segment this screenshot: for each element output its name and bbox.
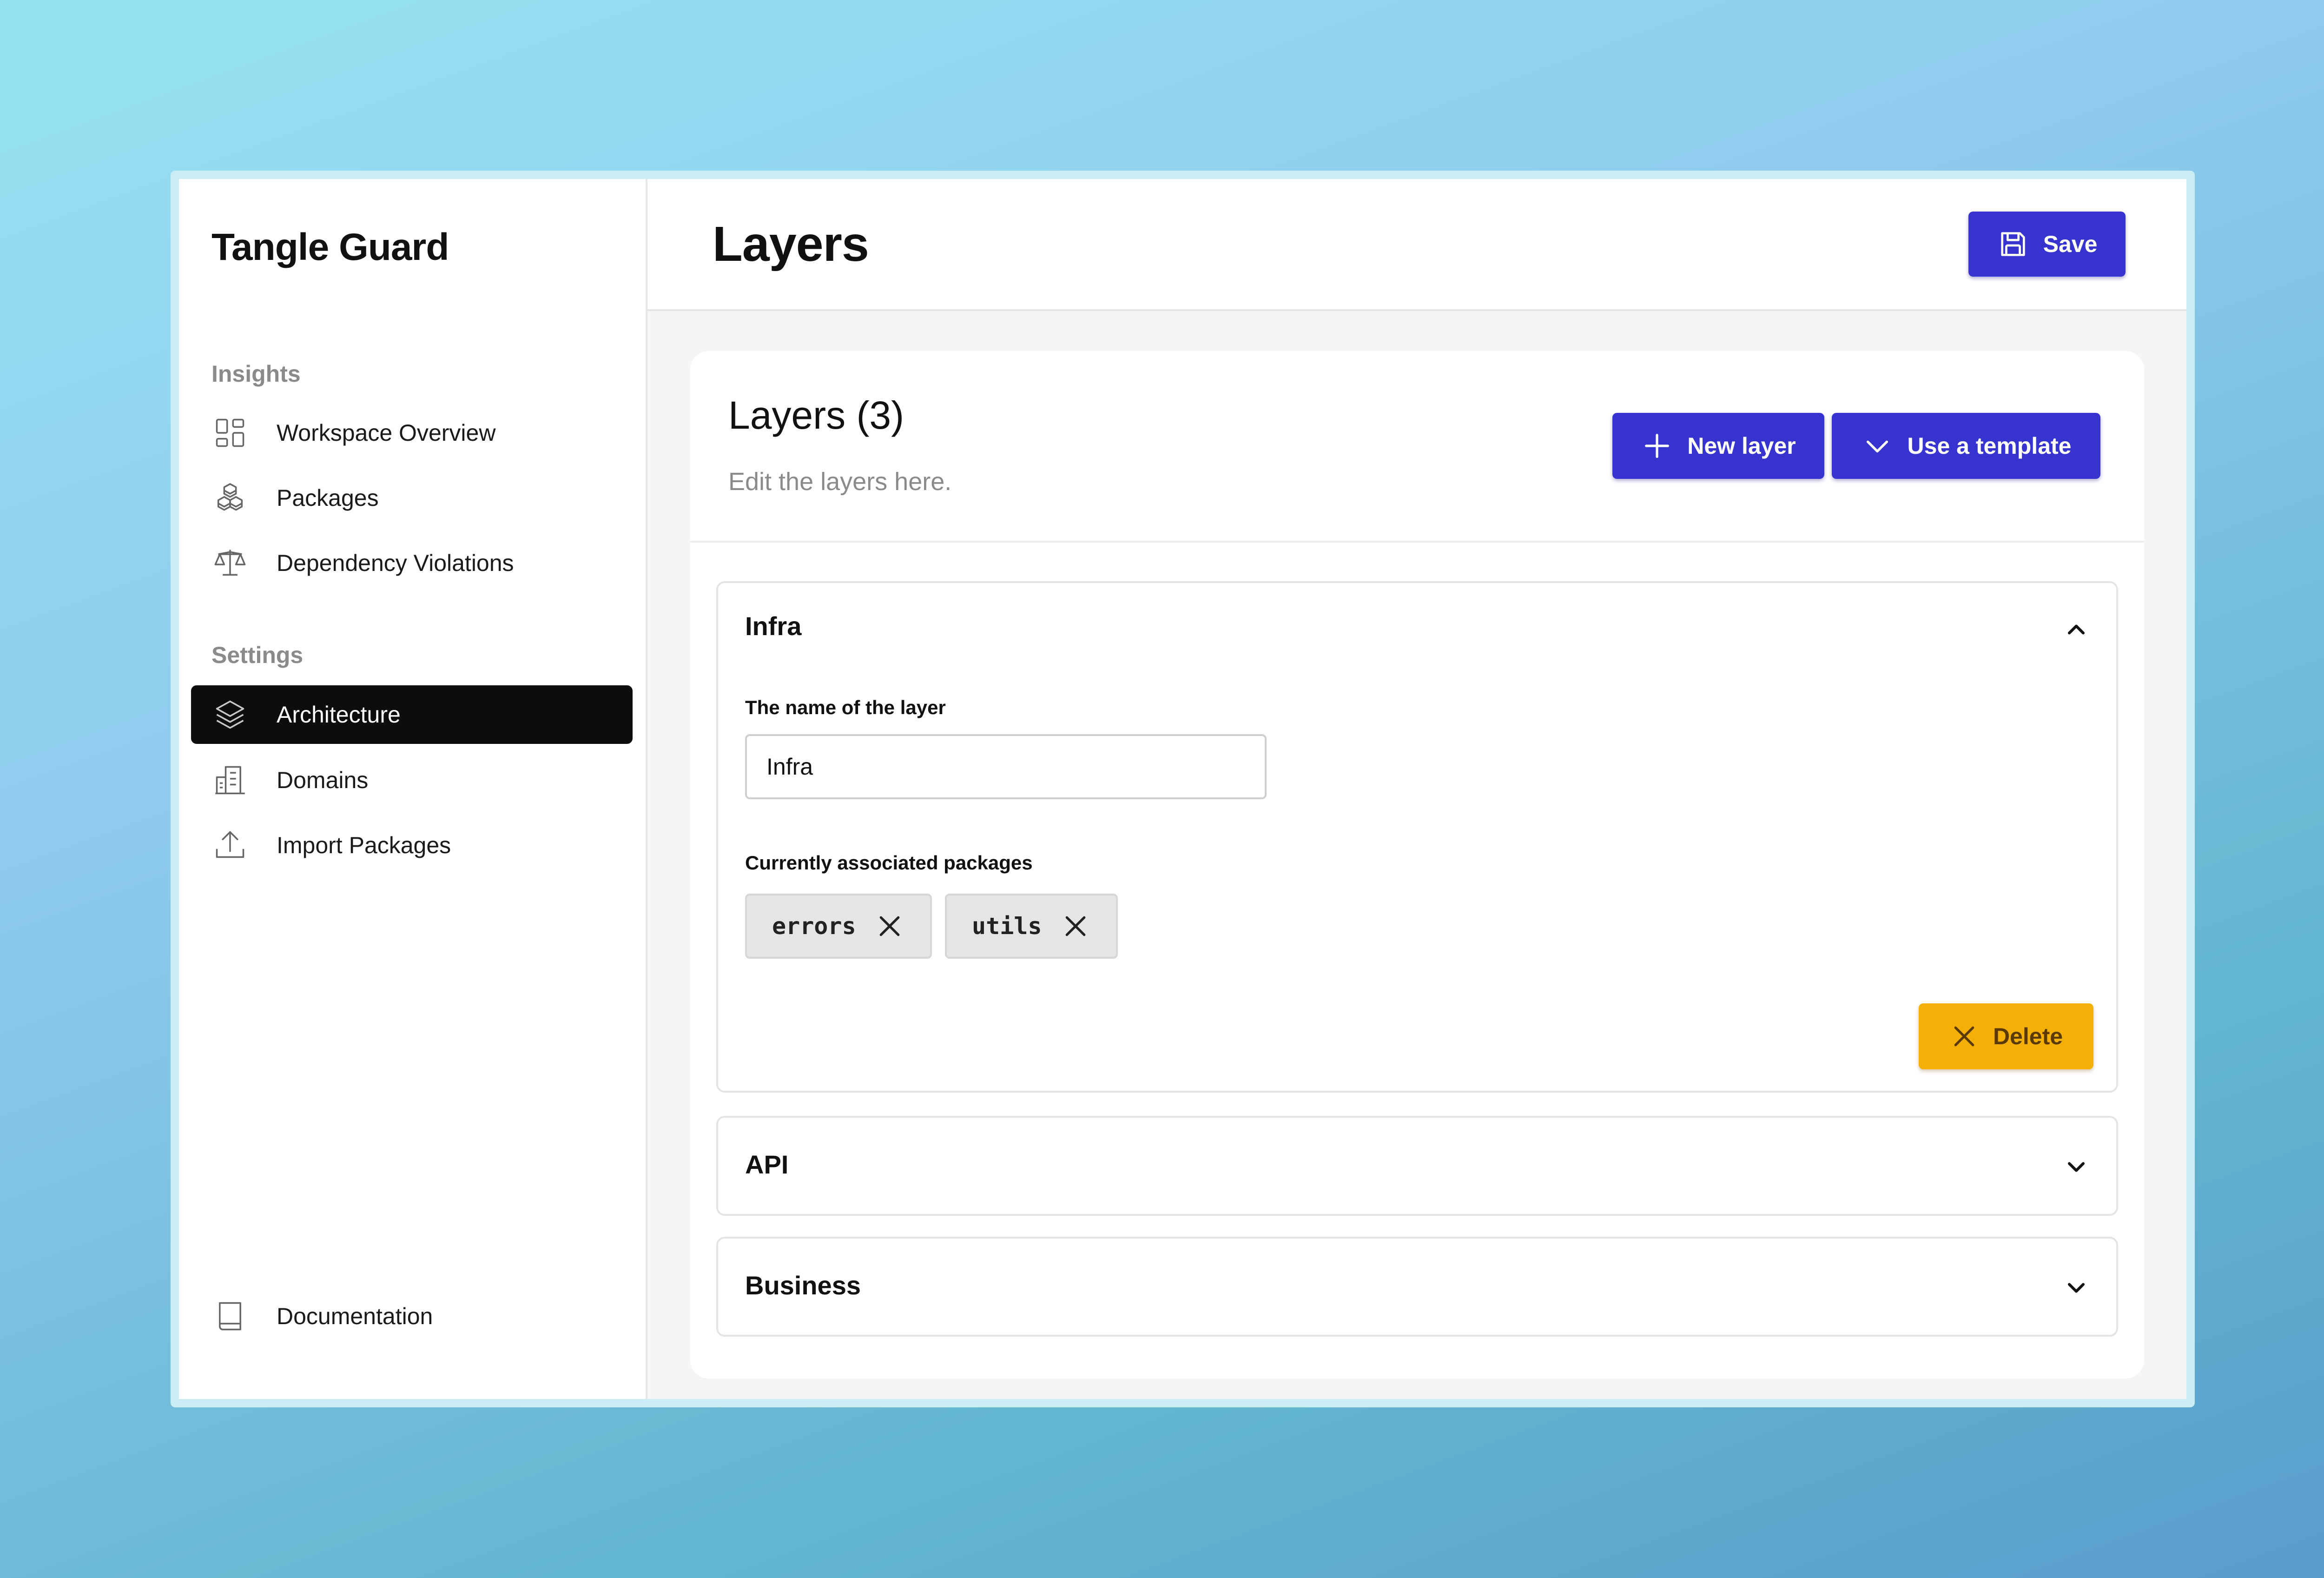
delete-label: Delete: [1993, 1023, 2063, 1049]
chevron-up-icon[interactable]: [2062, 616, 2090, 643]
layers-icon: [211, 696, 249, 733]
use-template-button[interactable]: Use a template: [1832, 413, 2100, 479]
app-window: Tangle Guard Insights Workspace Overview: [171, 171, 2195, 1407]
upload-icon: [211, 827, 249, 864]
sidebar: Tangle Guard Insights Workspace Overview: [179, 179, 647, 1399]
sidebar-item-label: Architecture: [277, 702, 401, 728]
packages-label: Currently associated packages: [745, 852, 1033, 874]
plus-icon: [1645, 434, 1670, 458]
close-icon: [1954, 1026, 1974, 1047]
sidebar-item-dependency-violations[interactable]: Dependency Violations: [191, 534, 633, 592]
book-icon: [211, 1298, 249, 1335]
use-template-label: Use a template: [1907, 433, 2072, 459]
package-chip: utils: [945, 894, 1118, 959]
sidebar-item-label: Documentation: [277, 1303, 433, 1329]
layer-name-input[interactable]: [745, 734, 1267, 799]
cubes-icon: [211, 479, 249, 517]
remove-package-icon[interactable]: [875, 911, 905, 941]
layer-accordion-infra: Infra The name of the layer Currently as…: [716, 581, 2118, 1093]
layer-title: Infra: [745, 611, 802, 641]
main-content: Layers Save Layers (3) Edit the layers h…: [647, 179, 2186, 1399]
sidebar-item-import-packages[interactable]: Import Packages: [191, 816, 633, 875]
package-chip: errors: [745, 894, 932, 959]
new-layer-button[interactable]: New layer: [1612, 413, 1824, 479]
app-brand: Tangle Guard: [211, 226, 449, 268]
chevron-down-icon: [1866, 440, 1888, 453]
sidebar-item-documentation[interactable]: Documentation: [191, 1287, 633, 1346]
save-button[interactable]: Save: [1968, 212, 2126, 277]
save-button-label: Save: [2043, 231, 2098, 257]
sidebar-item-workspace-overview[interactable]: Workspace Overview: [191, 404, 633, 462]
package-chip-label: errors: [772, 913, 856, 940]
layer-name-label: The name of the layer: [745, 696, 946, 718]
layers-card: Layers (3) Edit the layers here. New lay…: [690, 351, 2144, 1379]
sidebar-item-label: Dependency Violations: [277, 550, 514, 576]
layers-card-subtitle: Edit the layers here.: [728, 468, 952, 496]
scale-icon: [211, 544, 249, 582]
sidebar-item-packages[interactable]: Packages: [191, 469, 633, 527]
floppy-disk-icon: [2000, 232, 2025, 256]
building-icon: [211, 762, 249, 799]
sidebar-item-architecture[interactable]: Architecture: [191, 685, 633, 744]
delete-layer-button[interactable]: Delete: [1919, 1003, 2093, 1069]
sidebar-item-label: Packages: [277, 485, 379, 511]
sidebar-item-label: Domains: [277, 767, 369, 793]
layers-card-title: Layers (3): [728, 393, 905, 437]
sidebar-item-label: Workspace Overview: [277, 420, 496, 446]
chevron-down-icon[interactable]: [2062, 1274, 2090, 1302]
chevron-down-icon[interactable]: [2062, 1153, 2090, 1181]
package-chip-label: utils: [972, 913, 1042, 940]
sidebar-item-domains[interactable]: Domains: [191, 751, 633, 809]
section-label-insights: Insights: [211, 361, 301, 387]
sidebar-item-label: Import Packages: [277, 832, 451, 858]
layer-accordion-business[interactable]: Business: [716, 1237, 2118, 1337]
new-layer-label: New layer: [1687, 433, 1796, 459]
layer-accordion-api[interactable]: API: [716, 1116, 2118, 1216]
layer-title: API: [745, 1150, 789, 1179]
page-title: Layers: [713, 217, 869, 272]
layers-card-header: Layers (3) Edit the layers here. New lay…: [690, 351, 2144, 543]
remove-package-icon[interactable]: [1061, 911, 1090, 941]
dashboard-grid-icon: [211, 414, 249, 451]
layer-title: Business: [745, 1271, 861, 1300]
section-label-settings: Settings: [211, 642, 304, 668]
page-header: Layers Save: [647, 179, 2186, 311]
